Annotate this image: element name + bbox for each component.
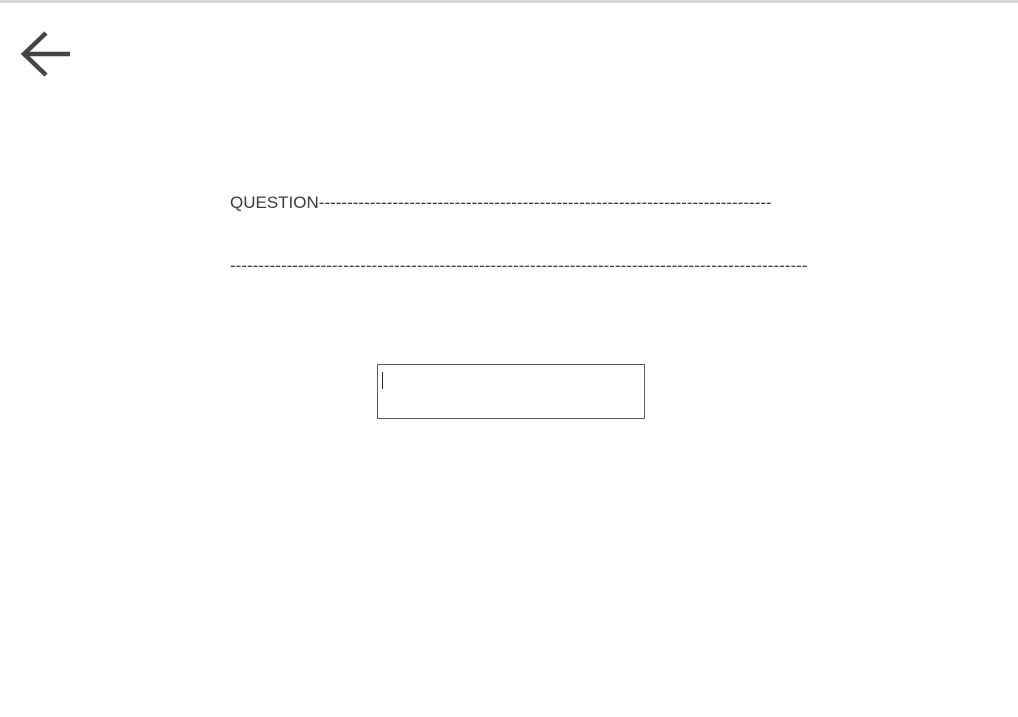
question-line-1: QUESTION--------------------------------… [230,193,772,212]
text-cursor [382,372,383,389]
question-text: QUESTION--------------------------------… [230,150,808,297]
top-divider [0,0,1018,3]
answer-input[interactable] [377,364,645,419]
question-line-2: ----------------------------------------… [230,256,808,275]
back-button[interactable] [18,28,74,82]
arrow-left-icon [20,31,70,77]
